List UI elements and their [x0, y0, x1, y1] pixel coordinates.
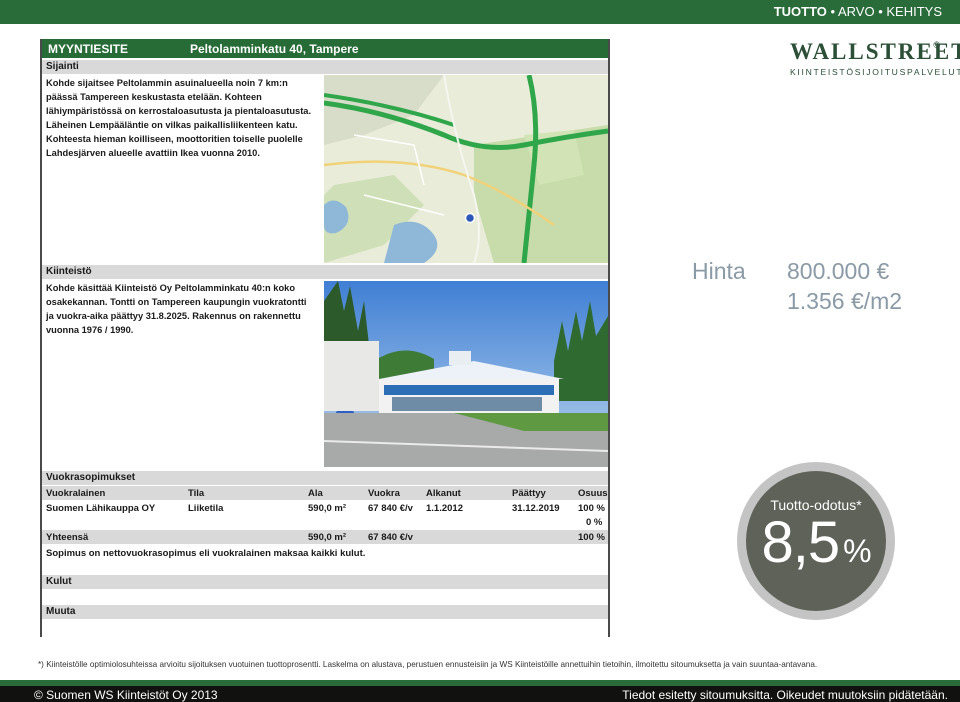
logo-wordmark: WALLSTREET: [790, 39, 960, 64]
logo-registered-mark: ©: [933, 40, 940, 50]
copyright: © Suomen WS Kiinteistöt Oy 2013: [34, 688, 218, 702]
section-kulut: Kulut: [42, 575, 608, 589]
wallstreet-logo: WALLSTREET KIINTEISTÖSIJOITUSPALVELUT ©: [790, 38, 960, 80]
top-bar: TUOTTO • ARVO • KEHITYS: [0, 0, 960, 24]
property-photo: [324, 281, 608, 467]
yield-unit: %: [843, 533, 871, 569]
price-label: Hinta: [692, 258, 746, 284]
section-vuokrasopimukset: Vuokrasopimukset: [42, 471, 608, 485]
section-sijainti: Sijainti: [42, 60, 608, 74]
lease-note: Sopimus on nettovuokrasopimus eli vuokra…: [46, 548, 366, 559]
yield-badge-inner: Tuotto-odotus* 8,5%: [746, 471, 886, 611]
bottom-bar: © Suomen WS Kiinteistöt Oy 2013 Tiedot e…: [0, 680, 960, 702]
footnote: *) Kiinteistölle optimiolosuhteissa arvi…: [38, 660, 818, 669]
location-map: [324, 75, 608, 263]
lease-table-empty-row: 0 %: [586, 517, 603, 528]
yield-badge: Tuotto-odotus* 8,5%: [737, 462, 895, 620]
document-header-title: MYYNTIESITE: [48, 42, 129, 56]
kiinteisto-text: Kohde käsittää Kiinteistö Oy Peltolammin…: [46, 283, 307, 335]
price-per-m2: 1.356 €/m2: [787, 288, 903, 314]
lease-table-header: Vuokralainen Tila Ala Vuokra Alkanut Pää…: [42, 486, 608, 500]
price-value: 800.000 €: [787, 258, 890, 284]
lease-table-total-row: Yhteensä 590,0 m² 67 840 €/v 100 %: [42, 530, 608, 544]
sijainti-text: Kohde sijaitsee Peltolammin asuinalueell…: [46, 78, 312, 158]
logo-subtitle: KIINTEISTÖSIJOITUSPALVELUT: [790, 67, 960, 77]
section-muuta: Muuta: [42, 605, 608, 619]
document-address: Peltolamminkatu 40, Tampere: [190, 42, 359, 56]
yield-value: 8,5%: [761, 510, 871, 575]
document-header: MYYNTIESITE Peltolamminkatu 40, Tampere: [42, 39, 608, 58]
sales-brochure-document: MYYNTIESITE Peltolamminkatu 40, Tampere …: [40, 39, 610, 637]
section-kiinteisto: Kiinteistö: [42, 265, 608, 279]
lease-table-row: Suomen Lähikauppa OY Liiketila 590,0 m² …: [46, 503, 605, 514]
tagline: TUOTTO • ARVO • KEHITYS: [773, 4, 942, 19]
disclaimer: Tiedot esitetty sitoumuksitta. Oikeudet …: [622, 688, 948, 702]
